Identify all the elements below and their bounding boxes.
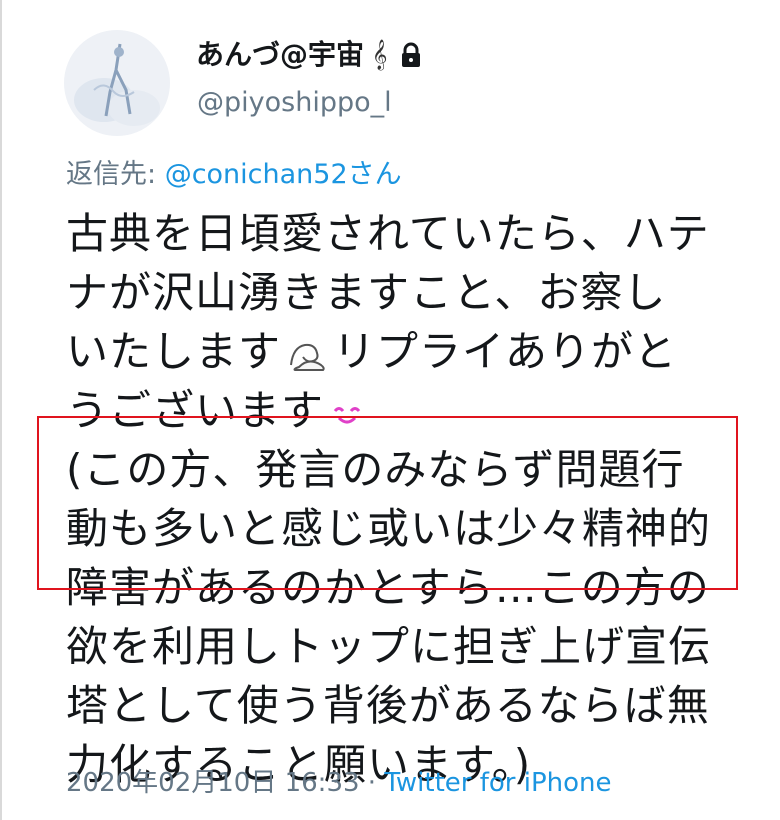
- timestamp[interactable]: 2020年02月10日 16:33: [66, 768, 360, 798]
- bowing-emoji-icon: [290, 343, 325, 371]
- reply-label: 返信先:: [66, 159, 165, 190]
- avatar[interactable]: [64, 30, 170, 136]
- tweet-line: 古典を日頃愛されていたら、ハテ: [66, 209, 710, 258]
- name-row: あんづ@宇宙 𝄞: [196, 38, 423, 72]
- highlight-annotation-box: [37, 416, 738, 590]
- avatar-image: [64, 30, 170, 136]
- tweet-line-part: いたします: [66, 327, 282, 376]
- tweet-line: 塔として使う背後があるならば無: [66, 681, 710, 730]
- reply-to-line: 返信先: @conichan52さん: [66, 158, 402, 192]
- tweet-line: いたします リプライありがと: [66, 322, 756, 381]
- client-link[interactable]: Twitter for iPhone: [384, 768, 611, 798]
- tweet-meta: 2020年02月10日 16:33 · Twitter for iPhone: [66, 766, 612, 800]
- tweet-line: ナが沢山湧きますこと、お察し: [66, 268, 667, 317]
- treble-clef-icon: 𝄞: [372, 40, 388, 70]
- tweet-line-part: リプライありがと: [333, 327, 678, 376]
- reply-mention-link[interactable]: @conichan52さん: [165, 159, 402, 190]
- meta-separator: ·: [359, 768, 385, 798]
- left-edge-divider: [0, 0, 2, 820]
- lock-icon: [402, 42, 421, 67]
- user-handle[interactable]: @piyoshippo_l: [197, 86, 392, 120]
- tweet-line: 欲を利用しトップに担ぎ上げ宣伝: [66, 622, 712, 671]
- display-name[interactable]: あんづ@宇宙: [196, 38, 364, 72]
